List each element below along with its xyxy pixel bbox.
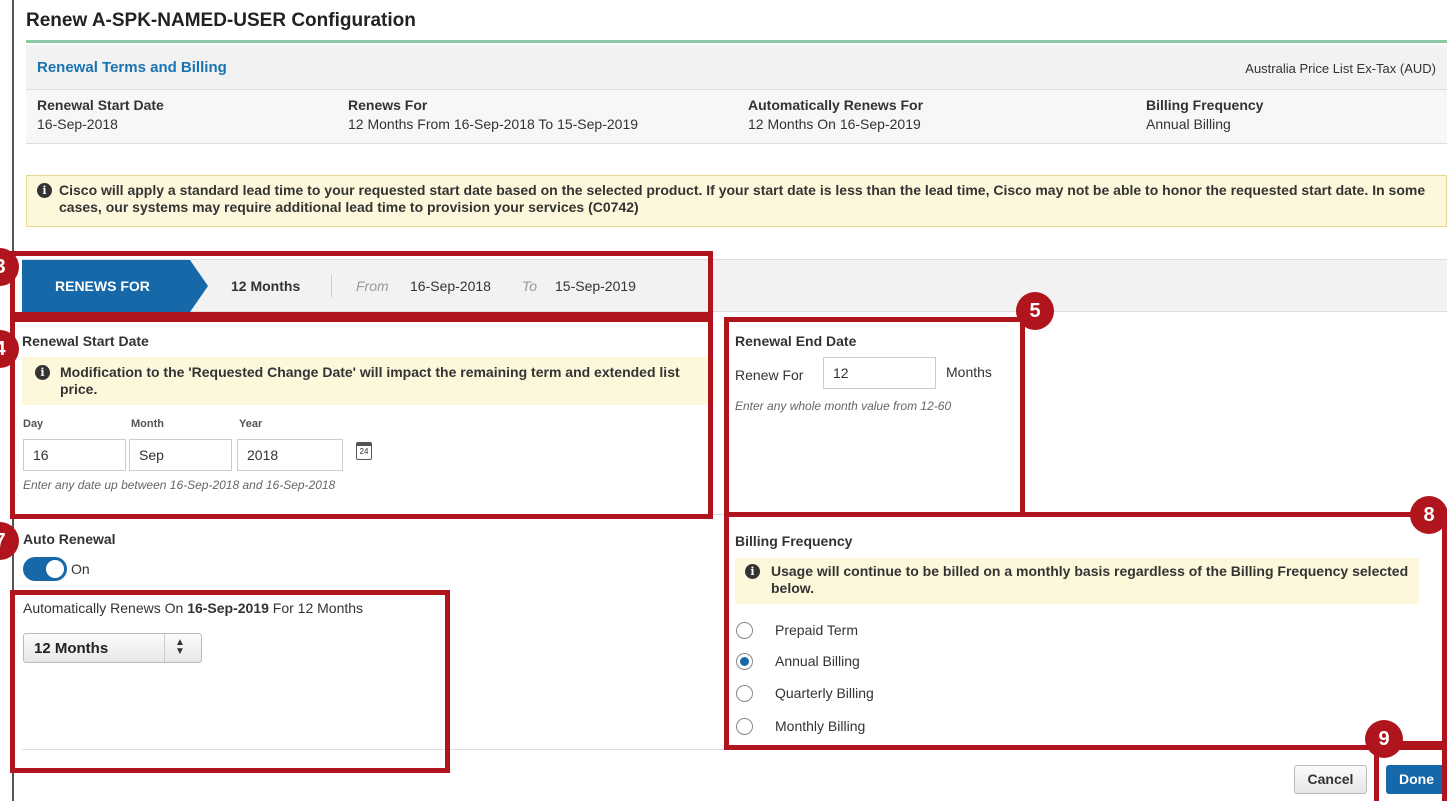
title-divider [26,40,1447,43]
callout-badge-7: 7 [0,522,19,560]
summary-renews: Renews For 12 Months From 16-Sep-2018 To… [348,96,638,134]
summary-start-label: Renewal Start Date [37,97,164,113]
price-list-label: Australia Price List Ex-Tax (AUD) [1245,61,1436,76]
terms-header: Renewal Terms and Billing Australia Pric… [26,45,1447,90]
summary-auto: Automatically Renews For 12 Months On 16… [748,96,923,134]
summary-billing: Billing Frequency Annual Billing [1146,96,1263,134]
summary-auto-value: 12 Months On 16-Sep-2019 [748,116,921,132]
dialog-title: Renew A-SPK-NAMED-USER Configuration [26,10,416,31]
toggle-knob [46,560,64,578]
info-icon: i [37,183,52,198]
summary-billing-value: Annual Billing [1146,116,1231,132]
auto-renewal-toggle[interactable] [23,557,67,581]
callout-badge-9: 9 [1365,720,1403,758]
summary-billing-label: Billing Frequency [1146,97,1264,113]
callout-box-auto-renew [10,590,450,773]
auto-renewal-state: On [71,561,90,577]
terms-title: Renewal Terms and Billing [37,59,227,76]
callout-box-billing [724,512,1447,750]
lead-time-notice-text: Cisco will apply a standard lead time to… [59,182,1426,215]
lead-time-notice: i Cisco will apply a standard lead time … [26,175,1447,227]
callout-badge-8: 8 [1410,496,1447,534]
summary-auto-label: Automatically Renews For [748,97,924,113]
callout-box-start-date [10,317,713,519]
cancel-button[interactable]: Cancel [1294,765,1367,794]
summary-start: Renewal Start Date 16-Sep-2018 [37,96,164,134]
summary-renews-value: 12 Months From 16-Sep-2018 To 15-Sep-201… [348,116,639,132]
auto-renewal-heading: Auto Renewal [23,531,116,547]
terms-summary: Renewal Start Date 16-Sep-2018 Renews Fo… [26,90,1447,144]
summary-renews-label: Renews For [348,97,428,113]
callout-box-end-date [724,317,1025,517]
callout-box-renews [10,251,713,317]
callout-badge-5: 5 [1016,292,1054,330]
summary-start-value: 16-Sep-2018 [37,116,118,132]
